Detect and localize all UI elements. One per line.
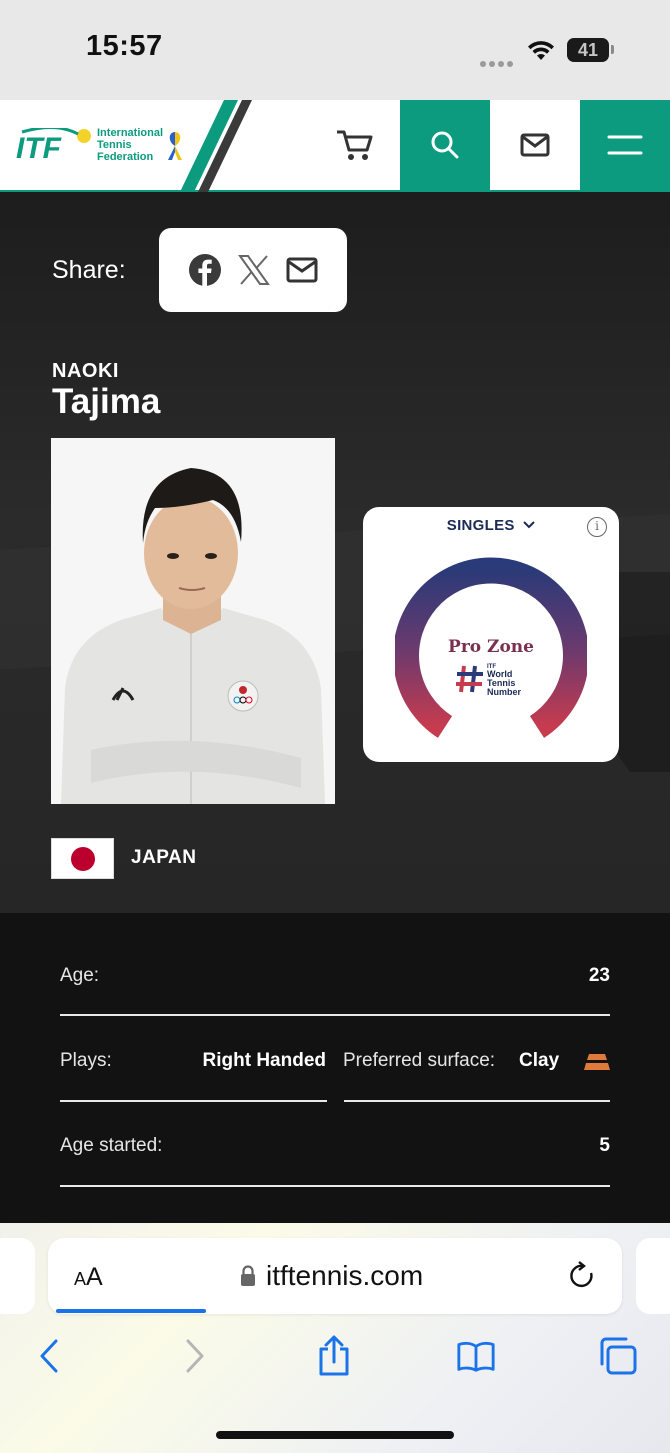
facebook-icon[interactable] bbox=[188, 253, 222, 287]
plays-label: Plays: bbox=[60, 1050, 112, 1071]
age-started-label: Age started: bbox=[60, 1135, 163, 1156]
header-slash-decoration bbox=[180, 100, 252, 192]
age-label: Age: bbox=[60, 965, 100, 986]
divider bbox=[60, 1014, 610, 1016]
player-first-name: NAOKI bbox=[52, 360, 119, 382]
bookmarks-icon bbox=[457, 1341, 495, 1372]
x-icon[interactable] bbox=[237, 253, 271, 287]
player-stats: Age: 23 Plays: Right Handed Preferred su… bbox=[0, 913, 670, 1223]
chevron-down-icon bbox=[523, 521, 535, 529]
page-load-progress bbox=[56, 1309, 206, 1313]
mail-icon bbox=[520, 133, 550, 157]
age-value: 23 bbox=[588, 965, 610, 986]
forward-icon bbox=[186, 1339, 204, 1373]
wtn-mode-label: SINGLES bbox=[446, 517, 515, 534]
wifi-icon bbox=[528, 41, 554, 60]
battery-indicator: 41 bbox=[567, 38, 609, 62]
info-icon[interactable]: i bbox=[587, 517, 607, 537]
share-icon bbox=[319, 1335, 349, 1376]
surface-label: Preferred surface: bbox=[343, 1050, 496, 1071]
status-bar: 15:57 41 bbox=[0, 0, 670, 100]
divider bbox=[60, 1100, 327, 1102]
browser-chrome: AA itftennis.com bbox=[0, 1223, 670, 1453]
menu-icon bbox=[607, 135, 643, 155]
next-tab[interactable] bbox=[636, 1238, 670, 1314]
logo-subtitle: International Tennis Federation bbox=[97, 127, 163, 163]
back-icon bbox=[40, 1339, 58, 1373]
email-icon[interactable] bbox=[286, 257, 318, 283]
address-bar[interactable]: AA itftennis.com bbox=[48, 1238, 622, 1314]
share-label: Share: bbox=[52, 256, 126, 284]
url-text: itftennis.com bbox=[266, 1260, 424, 1291]
age-started-value: 5 bbox=[599, 1135, 610, 1156]
site-header: ITF International Tennis Federation bbox=[0, 100, 670, 192]
mail-button[interactable] bbox=[490, 100, 580, 190]
reload-icon[interactable] bbox=[569, 1261, 597, 1291]
logo-subtitle-line: Tennis bbox=[97, 139, 132, 151]
search-icon bbox=[431, 131, 459, 159]
lock-icon bbox=[241, 1265, 255, 1286]
forward-button[interactable] bbox=[175, 1336, 215, 1376]
clay-court-icon bbox=[584, 1054, 610, 1070]
japan-flag bbox=[51, 838, 114, 879]
tabs-icon bbox=[600, 1337, 637, 1375]
wtn-mode-dropdown[interactable]: SINGLES bbox=[363, 517, 619, 534]
wtn-logo-line: Number bbox=[487, 687, 522, 697]
wtn-card: SINGLES i Pro Zone ITF World Tennis Numb… bbox=[363, 507, 619, 762]
share-box bbox=[159, 228, 347, 312]
player-last-name: Tajima bbox=[52, 382, 161, 421]
logo-wordmark: ITF bbox=[16, 132, 62, 164]
wtn-hash-logo bbox=[456, 665, 483, 693]
bookmarks-button[interactable] bbox=[456, 1336, 496, 1376]
logo-subtitle-line: Federation bbox=[97, 151, 154, 163]
player-photo bbox=[51, 438, 335, 804]
player-hero: Share: NAOKI Tajima SINGLES i Pro Zone I… bbox=[0, 192, 670, 913]
divider bbox=[344, 1100, 610, 1102]
wtn-logo-text: ITF World Tennis Number bbox=[487, 664, 521, 697]
cart-icon bbox=[337, 130, 373, 160]
wtn-zone-label: Pro Zone bbox=[448, 637, 534, 657]
previous-tab[interactable] bbox=[0, 1238, 35, 1314]
share-button[interactable] bbox=[314, 1335, 354, 1376]
menu-button[interactable] bbox=[580, 100, 670, 190]
itf-logo[interactable]: ITF bbox=[16, 128, 96, 164]
surface-value: Clay bbox=[519, 1050, 560, 1071]
cart-button[interactable] bbox=[310, 100, 400, 190]
text-size-button[interactable]: AA bbox=[74, 1263, 103, 1292]
home-indicator bbox=[216, 1431, 454, 1439]
battery-tip bbox=[611, 45, 614, 54]
divider bbox=[60, 1185, 610, 1187]
back-button[interactable] bbox=[29, 1336, 69, 1376]
player-country: JAPAN bbox=[131, 847, 197, 868]
search-button[interactable] bbox=[400, 100, 490, 190]
signal-icon bbox=[480, 54, 516, 72]
logo-subtitle-line: International bbox=[97, 127, 164, 139]
tabs-button[interactable] bbox=[598, 1336, 638, 1376]
status-time: 15:57 bbox=[86, 30, 163, 62]
plays-value: Right Handed bbox=[202, 1050, 327, 1071]
